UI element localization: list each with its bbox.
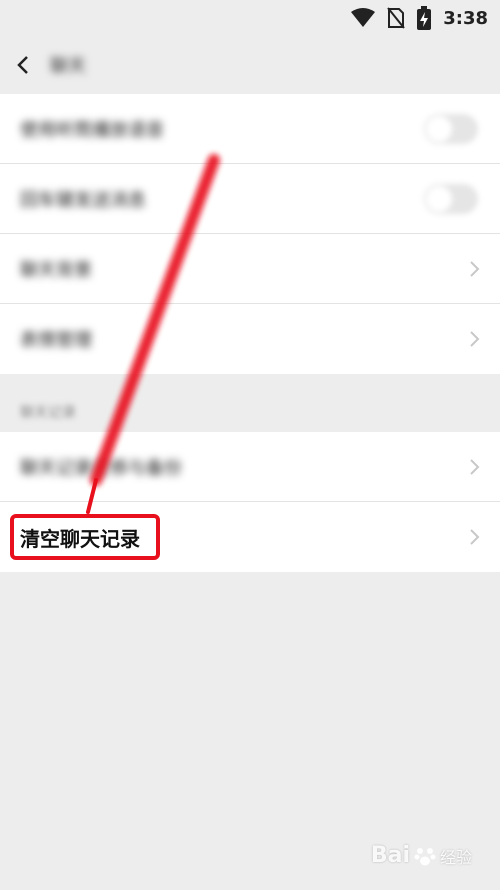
setting-label: 使用听筒播放语音 bbox=[20, 119, 164, 141]
paw-icon bbox=[414, 847, 436, 865]
watermark-brand: Bai bbox=[370, 843, 410, 868]
setting-label: 聊天记录迁移与备份 bbox=[20, 457, 182, 479]
annotation-highlight-box bbox=[10, 514, 160, 560]
chevron-right-icon bbox=[470, 331, 480, 347]
settings-group-general: 使用听筒播放语音 回车键发送消息 聊天背景 表情管理 bbox=[0, 94, 500, 374]
setting-row-enter-send[interactable]: 回车键发送消息 bbox=[0, 164, 500, 234]
wifi-icon bbox=[351, 8, 376, 27]
setting-label: 聊天背景 bbox=[20, 259, 92, 281]
section-header-label: 聊天记录 bbox=[20, 405, 76, 421]
page-title: 聊天 bbox=[50, 56, 86, 77]
back-chevron-icon[interactable] bbox=[8, 50, 38, 80]
earpiece-toggle[interactable] bbox=[424, 113, 478, 144]
enter-send-toggle[interactable] bbox=[424, 183, 478, 214]
watermark-suffix: 经验 bbox=[439, 847, 472, 867]
nav-bar: 聊天 bbox=[0, 36, 500, 94]
setting-row-sticker-manage[interactable]: 表情管理 bbox=[0, 304, 500, 374]
setting-row-migrate-backup[interactable]: 聊天记录迁移与备份 bbox=[0, 432, 500, 502]
setting-row-chat-background[interactable]: 聊天背景 bbox=[0, 234, 500, 304]
chevron-right-icon bbox=[470, 458, 480, 475]
section-header: 聊天记录 bbox=[0, 376, 500, 432]
no-sim-icon bbox=[387, 7, 405, 29]
setting-label: 表情管理 bbox=[20, 330, 92, 351]
setting-row-earpiece[interactable]: 使用听筒播放语音 bbox=[0, 94, 500, 164]
chevron-right-icon bbox=[470, 529, 480, 545]
battery-charging-icon bbox=[417, 6, 432, 30]
status-bar: 3:38 bbox=[0, 0, 500, 36]
watermark: Bai 经验 bbox=[371, 843, 472, 868]
setting-label: 回车键发送消息 bbox=[20, 189, 146, 211]
status-time: 3:38 bbox=[443, 7, 488, 29]
chevron-right-icon bbox=[470, 260, 480, 277]
